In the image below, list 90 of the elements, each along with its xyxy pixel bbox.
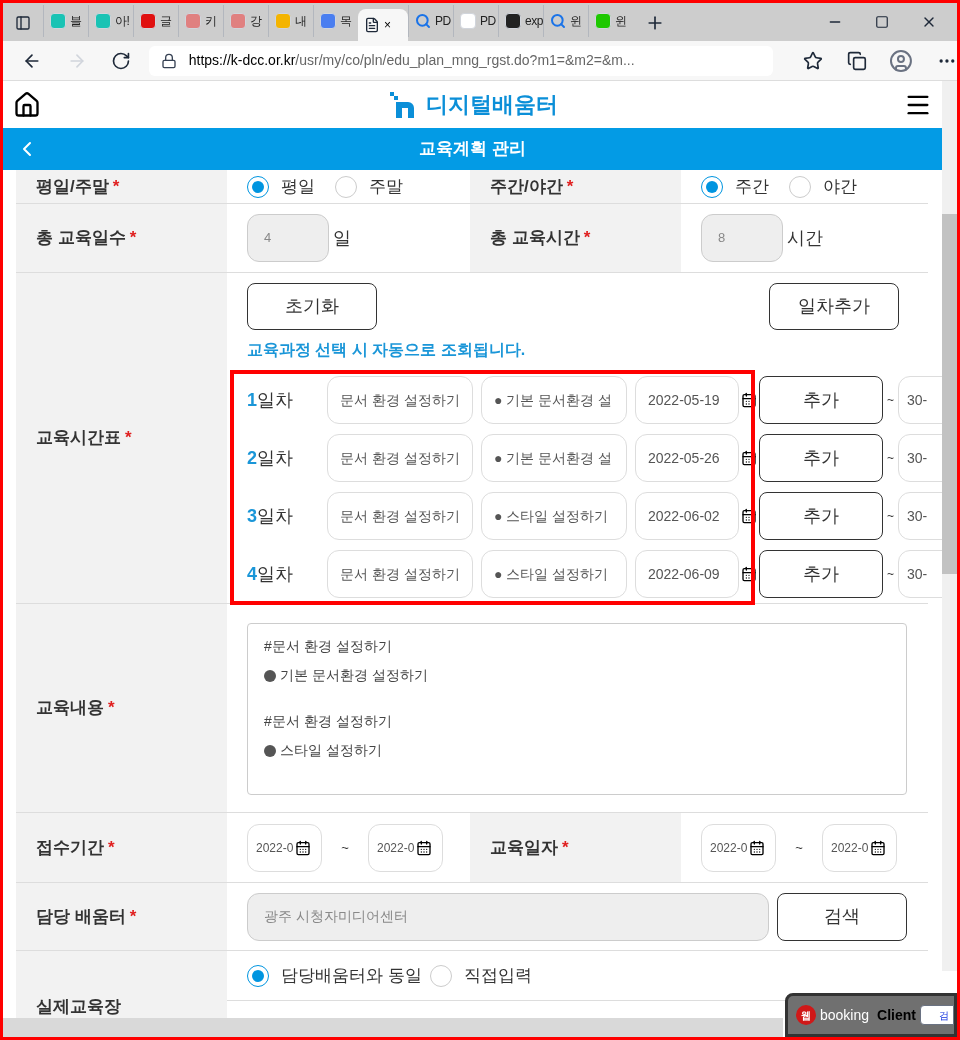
date-field[interactable]: 2022-06-09: [635, 550, 739, 598]
date-field[interactable]: 2022-0: [247, 823, 322, 872]
radio-label: 평일: [281, 175, 315, 198]
course-field[interactable]: 문서 환경 설정하기: [327, 550, 473, 598]
field-label: 담당 배움터: [36, 905, 126, 928]
course-field[interactable]: 문서 환경 설정하기: [327, 492, 473, 540]
browser-tab[interactable]: 블: [43, 5, 88, 37]
add-button[interactable]: 추가: [759, 550, 883, 598]
content-item: 스타일 설정하기: [280, 741, 382, 760]
hint-text: 교육과정 선택 시 자동으로 조회됩니다.: [247, 340, 526, 360]
field-label: 실제교육장: [36, 995, 121, 1018]
day-label: 3일차: [247, 504, 294, 528]
browser-tab[interactable]: ×: [358, 9, 408, 41]
required-mark: *: [125, 427, 132, 450]
course-field[interactable]: 문서 환경 설정하기: [327, 376, 473, 424]
search-button[interactable]: 검색: [777, 892, 907, 941]
widget-logo: 웹: [796, 1005, 816, 1025]
page-title: 교육계획 관리: [419, 138, 526, 161]
widget-title: Client: [877, 1005, 916, 1025]
browser-tab[interactable]: 아!: [88, 5, 133, 37]
course-field[interactable]: 문서 환경 설정하기: [327, 434, 473, 482]
required-mark: *: [129, 227, 137, 250]
unit-label: 시간: [787, 226, 823, 250]
content-textarea[interactable]: #문서 환경 설정하기 기본 문서환경 설정하기 #문서 환경 설정하기 스타일 설정하기: [247, 623, 907, 795]
content-heading: #문서 환경 설정하기: [264, 637, 392, 656]
browser-tab[interactable]: 강: [223, 5, 268, 37]
hours-field: 8: [701, 214, 783, 262]
range-separator: ~: [794, 838, 804, 857]
browser-tab[interactable]: 윈: [588, 5, 633, 37]
radio-label: 직접입력: [463, 964, 532, 987]
range-separator: ~: [887, 392, 894, 409]
radio-label: 담당배움터와 동일: [281, 964, 422, 987]
browser-tab[interactable]: PD: [408, 5, 453, 37]
field-label: 교육내용: [36, 697, 104, 720]
required-mark: *: [566, 175, 574, 198]
day-label: 1일차: [247, 388, 294, 412]
date-field[interactable]: 2022-05-26: [635, 434, 739, 482]
radio-label: 주간: [735, 175, 769, 198]
date-field[interactable]: 2022-0: [822, 823, 897, 872]
range-separator: ~: [887, 450, 894, 467]
field-label: 교육시간표: [36, 427, 121, 450]
browser-tab[interactable]: 내: [268, 5, 313, 37]
field-label: 접수기간: [36, 836, 104, 859]
topic-field[interactable]: ● 기본 문서환경 설: [481, 434, 627, 482]
required-mark: *: [112, 175, 120, 198]
browser-tab[interactable]: 키: [178, 5, 223, 37]
range-separator: ~: [887, 508, 894, 525]
widget-brand: booking: [820, 1005, 870, 1025]
add-button[interactable]: 추가: [759, 434, 883, 482]
date-field[interactable]: 2022-0: [368, 823, 443, 872]
field-label: 평일/주말: [36, 175, 109, 198]
required-mark: *: [108, 697, 115, 720]
center-field: 광주 시청자미디어센터: [247, 892, 769, 941]
days-field: 4: [247, 214, 329, 262]
field-label: 총 교육시간: [490, 227, 580, 250]
required-mark: *: [562, 836, 569, 859]
date-field[interactable]: 2022-0: [701, 823, 776, 872]
topic-field[interactable]: ● 기본 문서환경 설: [481, 376, 627, 424]
topic-field[interactable]: ● 스타일 설정하기: [481, 550, 627, 598]
add-button[interactable]: 추가: [759, 376, 883, 424]
range-separator: ~: [340, 838, 350, 857]
browser-tab[interactable]: PD: [453, 5, 498, 37]
content-heading: #문서 환경 설정하기: [264, 712, 392, 731]
widget-field[interactable]: 검: [920, 1005, 954, 1025]
reset-button[interactable]: 초기화: [247, 283, 377, 330]
field-label: 주간/야간: [490, 175, 563, 198]
field-label: 교육일자: [490, 836, 558, 859]
required-mark: *: [129, 905, 137, 928]
address-field[interactable]: https://k-dcc.or.kr/usr/my/co/pln/edu_plan_mng_rgst.do?m1=&m2=&m...: [148, 45, 774, 76]
radio-label: 야간: [823, 175, 857, 198]
add-day-button[interactable]: 일차추가: [769, 283, 899, 330]
browser-tab[interactable]: exp: [498, 5, 543, 37]
site-logo[interactable]: 디지털배움터: [425, 88, 558, 121]
unit-label: 일: [333, 226, 351, 250]
date-field[interactable]: 2022-06-02: [635, 492, 739, 540]
field-label: 총 교육일수: [36, 227, 126, 250]
topic-field[interactable]: ● 스타일 설정하기: [481, 492, 627, 540]
browser-tab[interactable]: 목: [313, 5, 358, 37]
url-text: https://k-dcc.or.kr/usr/my/co/pln/edu_plan_mng_rgst.do?m1=&m2=&m...: [188, 51, 635, 70]
radio-label: 주말: [369, 175, 403, 198]
required-mark: *: [583, 227, 591, 250]
date-field[interactable]: 2022-05-19: [635, 376, 739, 424]
browser-tab[interactable]: 글: [133, 5, 178, 37]
day-label: 4일차: [247, 562, 294, 586]
browser-tab[interactable]: 윈: [543, 5, 588, 37]
required-mark: *: [108, 836, 115, 859]
add-button[interactable]: 추가: [759, 492, 883, 540]
range-separator: ~: [887, 566, 894, 583]
content-item: 기본 문서환경 설정하기: [280, 666, 428, 685]
day-label: 2일차: [247, 446, 294, 470]
